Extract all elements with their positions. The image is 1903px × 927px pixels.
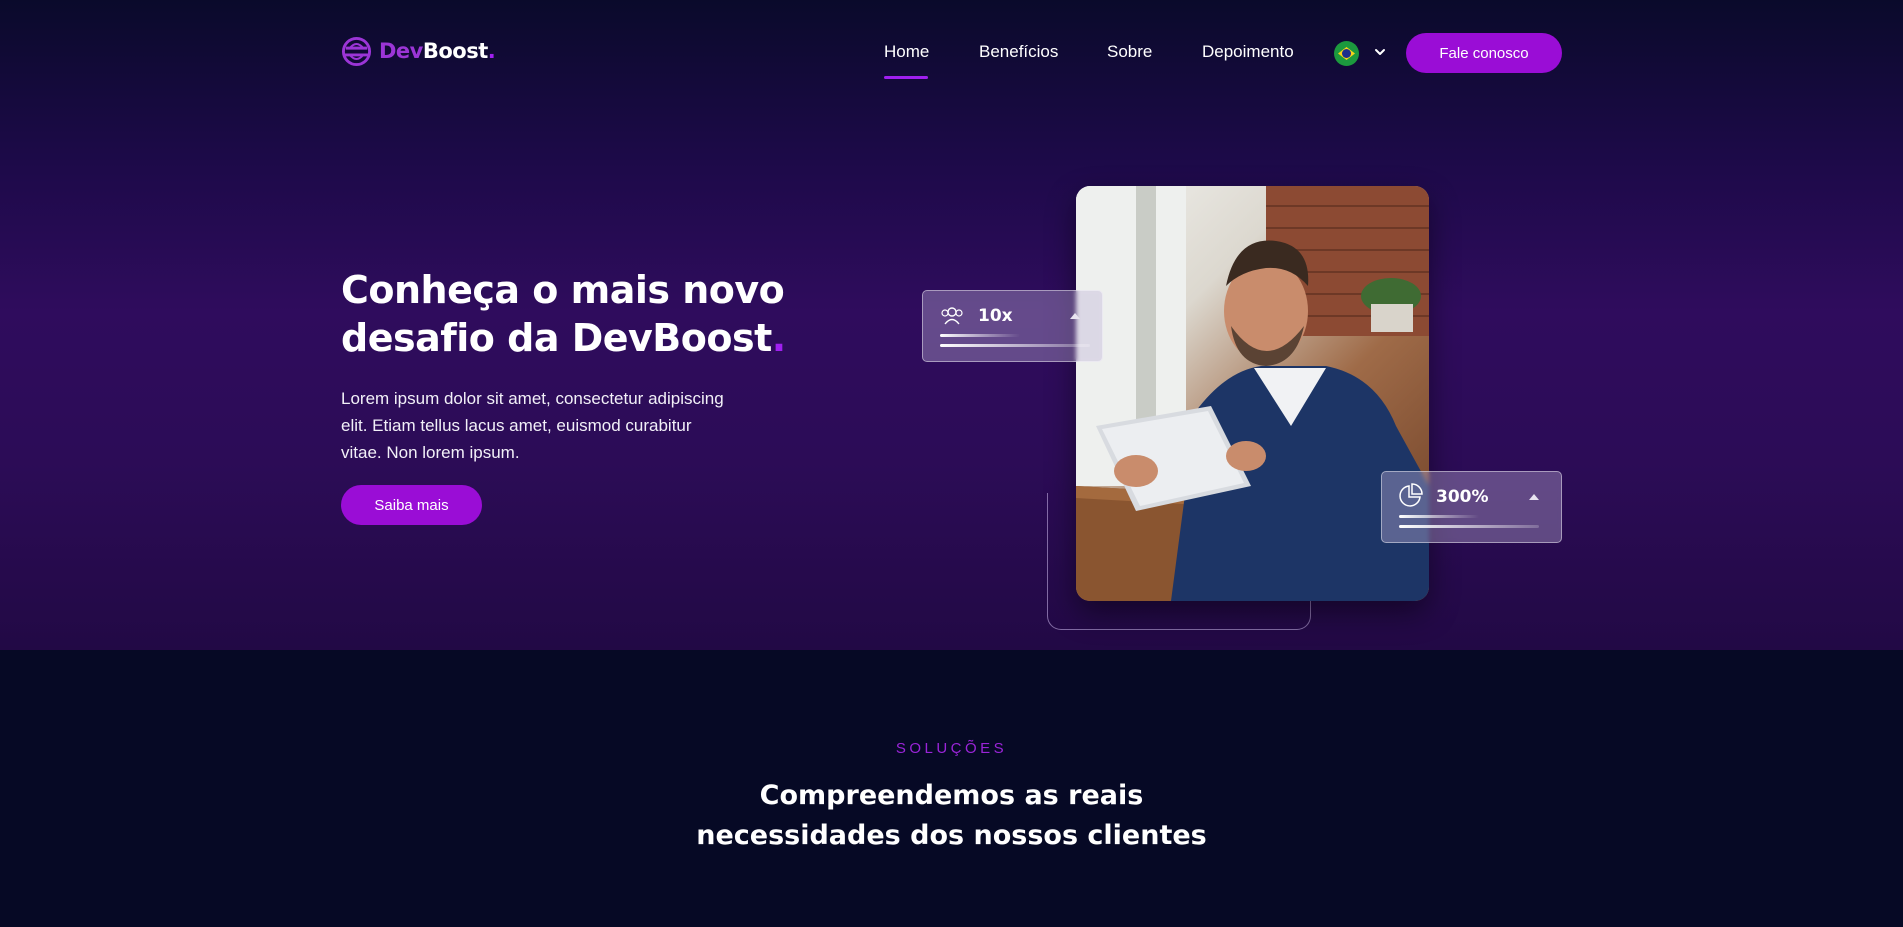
contact-button[interactable]: Fale conosco xyxy=(1406,33,1562,73)
devboost-logo[interactable]: DevBoost. xyxy=(341,34,496,68)
nav-item-beneficios[interactable]: Benefícios xyxy=(979,42,1058,62)
hero-title: Conheça o mais novo desafio da DevBoost. xyxy=(341,266,821,362)
stat-value-10x: 10x xyxy=(978,306,1013,326)
trend-up-icon xyxy=(1529,494,1539,500)
hero-lead: Lorem ipsum dolor sit amet, consectetur … xyxy=(341,389,724,462)
stat-card-10x: 10x xyxy=(922,290,1103,362)
nav-active-indicator xyxy=(884,76,928,79)
nav-item-depoimento[interactable]: Depoimento xyxy=(1202,42,1294,62)
logo-globe-icon xyxy=(341,36,372,66)
logo-dev-text: Dev xyxy=(379,39,423,63)
learn-more-button[interactable]: Saiba mais xyxy=(341,485,482,525)
solutions-title-line2: necessidades dos nossos clientes xyxy=(696,820,1207,851)
businessman-with-tablet-illustration xyxy=(1076,186,1429,601)
stat-value-300: 300% xyxy=(1436,487,1489,507)
hero-title-dot: . xyxy=(771,316,786,360)
solutions-title-line1: Compreendemos as reais xyxy=(759,780,1144,811)
nav-item-sobre[interactable]: Sobre xyxy=(1107,42,1152,62)
logo-wordmark: DevBoost. xyxy=(379,39,496,63)
chevron-down-icon[interactable] xyxy=(1373,45,1387,59)
trend-up-icon xyxy=(1070,313,1080,319)
pie-chart-icon xyxy=(1399,483,1423,507)
hero-title-line1: Conheça o mais novo xyxy=(341,268,785,312)
hero-photo xyxy=(1076,186,1429,601)
brazil-flag-icon[interactable] xyxy=(1334,41,1359,66)
nav-item-home[interactable]: Home xyxy=(884,42,929,62)
stat-bar-secondary xyxy=(1399,525,1539,528)
stat-card-300: 300% xyxy=(1381,471,1562,543)
logo-boost-text: Boost xyxy=(422,39,488,63)
logo-dot: . xyxy=(487,39,496,63)
stat-bar-primary xyxy=(1399,515,1479,518)
solutions-title: Compreendemos as reais necessidades dos n… xyxy=(0,776,1903,856)
stat-bar-primary xyxy=(940,334,1020,337)
stat-bar-secondary xyxy=(940,344,1090,347)
hero-title-line2: desafio da DevBoost xyxy=(341,316,772,360)
solutions-eyebrow: SOLUÇÕES xyxy=(895,740,1008,757)
users-icon xyxy=(941,307,963,325)
